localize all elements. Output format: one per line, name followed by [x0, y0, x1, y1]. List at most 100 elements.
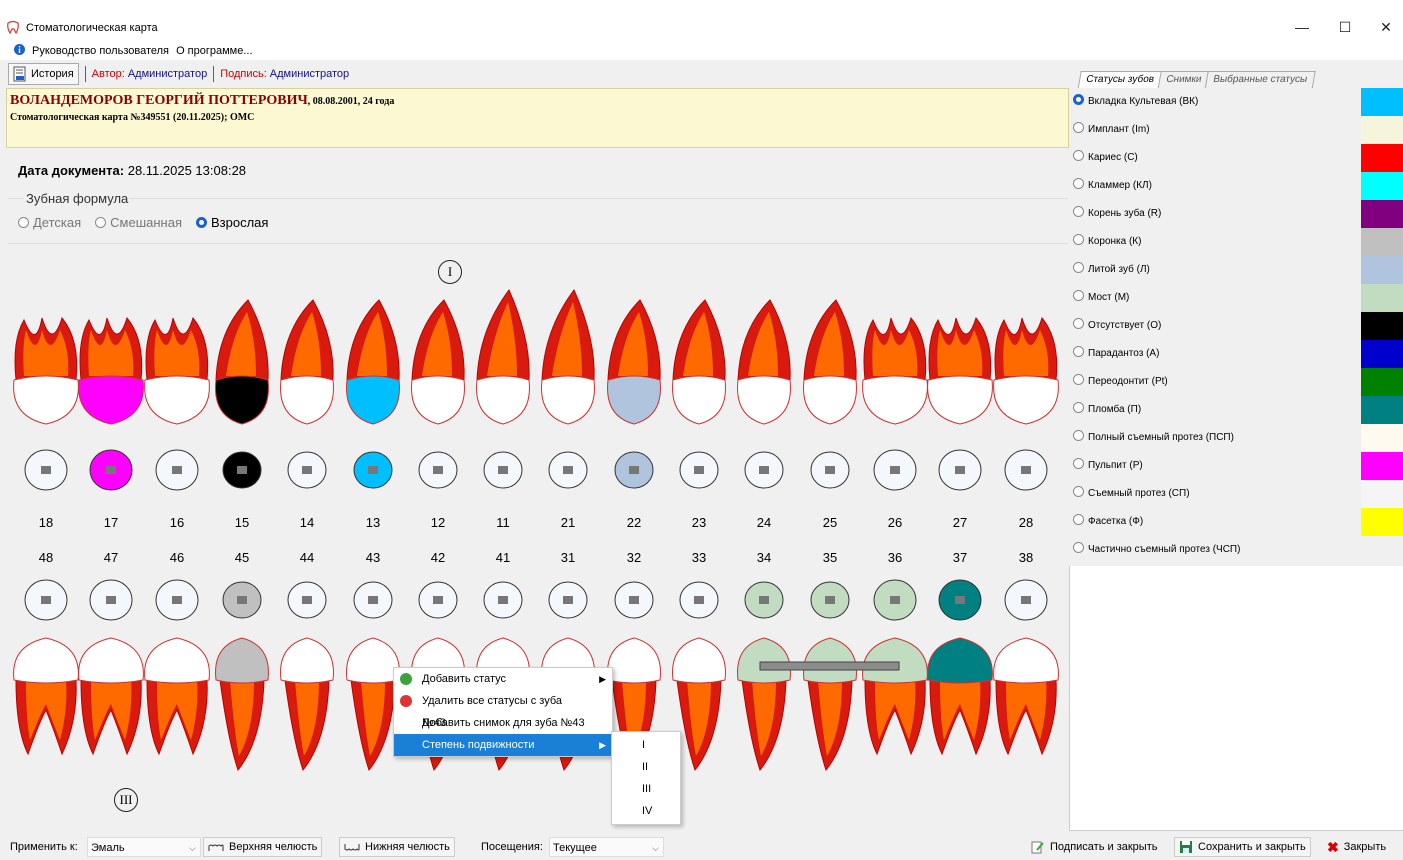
sign-icon [1031, 841, 1044, 854]
mobility-4[interactable]: IV [612, 800, 680, 822]
status-item[interactable]: Частично съемный протез (ЧСП) [1069, 536, 1361, 564]
formula-option-adult[interactable]: Взрослая [196, 215, 268, 230]
status-item[interactable]: Кариес (C) [1069, 144, 1361, 172]
radio-icon [1073, 318, 1084, 329]
lower-jaw-button[interactable]: Нижняя челюсть [339, 837, 455, 857]
apply-select[interactable]: Эмаль ⌵ [87, 837, 201, 857]
submenu-arrow-icon: ▶ [599, 740, 606, 750]
status-item[interactable]: Отсутствует (О) [1069, 312, 1361, 340]
maximize-button[interactable]: ☐ [1325, 16, 1365, 38]
status-item[interactable]: Имплант (Im) [1069, 116, 1361, 144]
tooth-number-upper[interactable]: 24 [744, 515, 784, 530]
mobility-1[interactable]: I [612, 734, 680, 756]
visits-value: Текущее [553, 842, 597, 854]
minimize-button[interactable]: — [1282, 16, 1322, 38]
mobility-2[interactable]: II [612, 756, 680, 778]
status-item[interactable]: Переодонтит (Pt) [1069, 368, 1361, 396]
formula-option-mixed[interactable]: Смешанная [95, 215, 182, 230]
formula-option-child[interactable]: Детская [18, 215, 81, 230]
status-item[interactable]: Парадантоз (А) [1069, 340, 1361, 368]
tooth-occlusal-center [368, 466, 378, 474]
tooth-number-upper[interactable]: 22 [614, 515, 654, 530]
menu-remove-statuses[interactable]: Удалить все статусы с зуба №43 [394, 690, 612, 729]
radio-icon [18, 217, 29, 228]
menu-add-image[interactable]: Добавить снимок для зуба №43 [394, 712, 612, 734]
tooth-crown [13, 637, 79, 684]
save-close-label: Сохранить и закрыть [1198, 841, 1306, 853]
radio-icon [1073, 430, 1084, 441]
status-item-label: Кламмер (КЛ) [1088, 180, 1152, 191]
status-item[interactable]: Полный съемный протез (ПСП) [1069, 424, 1361, 452]
tooth-number-lower[interactable]: 43 [353, 550, 393, 565]
tooth-number-upper[interactable]: 11 [483, 515, 523, 530]
tooth-number-lower[interactable]: 33 [679, 550, 719, 565]
tooth-number-lower[interactable]: 46 [157, 550, 197, 565]
menu-guide[interactable]: Руководство пользователя [14, 42, 169, 60]
tooth-occlusal-center [955, 466, 965, 474]
tooth-occlusal-center [563, 596, 573, 604]
bridge-bar [759, 661, 900, 671]
status-item[interactable]: Мост (М) [1069, 284, 1361, 312]
tooth-number-upper[interactable]: 16 [157, 515, 197, 530]
tooth-number-upper[interactable]: 28 [1006, 515, 1046, 530]
status-item[interactable]: Корень зуба (R) [1069, 200, 1361, 228]
tooth-number-upper[interactable]: 25 [810, 515, 850, 530]
close-label: Закрыть [1343, 841, 1387, 853]
tooth-number-lower[interactable]: 32 [614, 550, 654, 565]
menu-add-status[interactable]: Добавить статус ▶ [394, 668, 612, 690]
close-window-button[interactable]: ✕ [1366, 16, 1403, 38]
tooth-number-upper[interactable]: 21 [548, 515, 588, 530]
status-item[interactable]: Съемный протез (СП) [1069, 480, 1361, 508]
tooth-number-upper[interactable]: 17 [91, 515, 131, 530]
tooth-occlusal-center [890, 596, 900, 604]
upper-jaw-button[interactable]: Верхняя челюсть [203, 837, 323, 857]
status-item[interactable]: Пульпит (Р) [1069, 452, 1361, 480]
tooth-crown [607, 637, 661, 684]
tooth-number-upper[interactable]: 27 [940, 515, 980, 530]
tooth-number-lower[interactable]: 44 [287, 550, 327, 565]
tooth-occlusal-center [1021, 466, 1031, 474]
status-color-swatch [1361, 144, 1403, 172]
status-item-label: Мост (М) [1088, 292, 1130, 303]
sign-close-button[interactable]: Подписать и закрыть [1027, 837, 1161, 857]
close-button[interactable]: ✖ Закрыть [1323, 837, 1390, 857]
tooth-number-lower[interactable]: 31 [548, 550, 588, 565]
tooth-number-lower[interactable]: 41 [483, 550, 523, 565]
tooth-number-lower[interactable]: 35 [810, 550, 850, 565]
tooth-number-lower[interactable]: 36 [875, 550, 915, 565]
tooth-occlusal-center [106, 466, 116, 474]
patient-dob: , 08.08.2001, 24 года [307, 96, 395, 107]
tooth-number-upper[interactable]: 12 [418, 515, 458, 530]
tooth-number-lower[interactable]: 37 [940, 550, 980, 565]
tooth-number-lower[interactable]: 42 [418, 550, 458, 565]
tooth-number-upper[interactable]: 14 [287, 515, 327, 530]
toolbar-divider [84, 66, 86, 82]
mobility-3[interactable]: III [612, 778, 680, 800]
status-panel-empty-area [1069, 566, 1403, 831]
menu-about[interactable]: О программе... [176, 42, 252, 60]
tooth-number-lower[interactable]: 47 [91, 550, 131, 565]
status-item[interactable]: Вкладка Культевая (ВК) [1069, 88, 1361, 116]
tooth-number-lower[interactable]: 34 [744, 550, 784, 565]
tooth-number-upper[interactable]: 15 [222, 515, 262, 530]
status-item[interactable]: Литой зуб (Л) [1069, 256, 1361, 284]
tooth-number-upper[interactable]: 23 [679, 515, 719, 530]
tooth-occlusal-center [302, 466, 312, 474]
menu-mobility[interactable]: Степень подвижности ▶ [394, 734, 612, 756]
status-item[interactable]: Кламмер (КЛ) [1069, 172, 1361, 200]
tooth-number-upper[interactable]: 13 [353, 515, 393, 530]
tooth-number-upper[interactable]: 18 [26, 515, 66, 530]
tooth-number-lower[interactable]: 38 [1006, 550, 1046, 565]
status-item[interactable]: Пломба (П) [1069, 396, 1361, 424]
tooth-number-upper[interactable]: 26 [875, 515, 915, 530]
tooth-crown [280, 375, 334, 425]
visits-select[interactable]: Текущее ⌵ [549, 837, 664, 857]
tooth-number-lower[interactable]: 45 [222, 550, 262, 565]
menu-mobility-label: Степень подвижности [422, 739, 535, 751]
status-item[interactable]: Коронка (К) [1069, 228, 1361, 256]
tooth-number-lower[interactable]: 48 [26, 550, 66, 565]
tooth-crown [672, 375, 726, 425]
save-close-button[interactable]: Сохранить и закрыть [1174, 837, 1311, 857]
history-button[interactable]: История [8, 63, 79, 85]
status-item[interactable]: Фасетка (Ф) [1069, 508, 1361, 536]
